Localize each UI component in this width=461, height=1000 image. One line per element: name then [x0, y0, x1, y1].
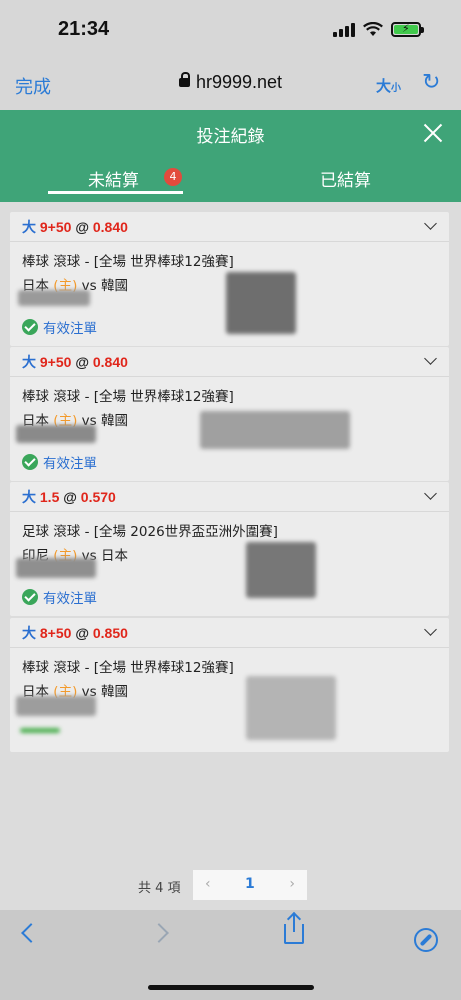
bet-card[interactable]: 大 9+50 @ 0.840 棒球 滾球 - [全場 世界棒球12強賽] 日本 …: [10, 347, 449, 481]
redacted-area: [16, 425, 96, 443]
bet-card-header[interactable]: 大 1.5 @ 0.570: [10, 482, 449, 512]
status-label: 有效注單: [43, 591, 97, 607]
lock-icon: [178, 72, 190, 87]
check-circle-icon: [22, 454, 38, 470]
chevron-down-icon[interactable]: [424, 487, 437, 500]
text-size-big: 大: [376, 77, 392, 95]
at-sign: @: [63, 489, 77, 505]
total-count: 共 4 項: [138, 881, 181, 896]
bet-line: 1.5: [39, 489, 60, 505]
active-tab-indicator: [48, 191, 183, 194]
bet-card-body: 棒球 滾球 - [全場 世界棒球12強賽] 日本 (主) vs 韓國 有效注單: [10, 242, 449, 346]
bet-type: 大: [22, 625, 36, 641]
chevron-down-icon[interactable]: [424, 217, 437, 230]
team-away: 韓國: [100, 413, 128, 429]
status-bar: 21:34 ⚡: [0, 0, 461, 60]
redacted-area: [18, 290, 90, 306]
check-circle-icon: [22, 589, 38, 605]
event-name: 棒球 滾球 - [全場 世界棒球12強賽]: [22, 389, 234, 405]
pager-control: ‹ 1 ›: [193, 870, 307, 900]
bet-card-header[interactable]: 大 8+50 @ 0.850: [10, 618, 449, 648]
redacted-area: [16, 558, 96, 578]
home-indicator[interactable]: [148, 985, 314, 990]
url-text: hr9999.net: [195, 72, 283, 92]
redacted-area: [246, 676, 336, 740]
next-page-button[interactable]: ›: [289, 876, 295, 892]
bet-card[interactable]: 大 9+50 @ 0.840 棒球 滾球 - [全場 世界棒球12強賽] 日本 …: [10, 212, 449, 346]
battery-charging-icon: ⚡: [391, 22, 424, 37]
event-name: 足球 滾球 - [全場 2026世界盃亞洲外圍賽]: [22, 524, 278, 540]
chevron-down-icon[interactable]: [424, 352, 437, 365]
bet-card[interactable]: 大 1.5 @ 0.570 足球 滾球 - [全場 2026世界盃亞洲外圍賽] …: [10, 482, 449, 616]
valid-bet-status: 有效注單: [22, 587, 97, 607]
bet-card-body: 棒球 滾球 - [全場 世界棒球12強賽] 日本 (主) vs 韓國 有效注單: [10, 377, 449, 481]
status-label: 有效注單: [43, 321, 97, 337]
status-icons: ⚡: [333, 22, 424, 37]
redacted-area: [16, 696, 96, 716]
event-name: 棒球 滾球 - [全場 世界棒球12強賽]: [22, 660, 234, 676]
team-away: 韓國: [100, 278, 128, 294]
bet-odds: 0.840: [92, 219, 128, 235]
bet-line: 9+50: [39, 219, 72, 235]
redacted-area: [20, 728, 60, 733]
back-icon[interactable]: [21, 923, 41, 943]
page-number-button[interactable]: 1: [245, 876, 255, 892]
bet-odds: 0.850: [92, 625, 128, 641]
bet-type: 大: [22, 489, 36, 505]
bet-type: 大: [22, 219, 36, 235]
redacted-area: [226, 272, 296, 334]
redacted-area: [200, 411, 350, 449]
unsettled-count-badge: 4: [164, 168, 182, 186]
status-label: 有效注單: [43, 456, 97, 472]
bet-card[interactable]: 大 8+50 @ 0.850 棒球 滾球 - [全場 世界棒球12強賽] 日本 …: [10, 618, 449, 752]
event-name: 棒球 滾球 - [全場 世界棒球12強賽]: [22, 254, 234, 270]
team-away: 韓國: [100, 684, 128, 700]
compass-icon[interactable]: [414, 928, 438, 952]
pagination: 共 4 項 ‹ 1 ›: [0, 868, 461, 902]
browser-toolbar: 完成 hr9999.net 大小 ↻: [0, 60, 461, 110]
status-time: 21:34: [58, 18, 110, 40]
bet-odds: 0.570: [80, 489, 116, 505]
bet-card-body: 棒球 滾球 - [全場 世界棒球12強賽] 日本 (主) vs 韓國: [10, 648, 449, 752]
team-away: 日本: [100, 548, 128, 564]
redacted-area: [246, 542, 316, 598]
bet-card-header[interactable]: 大 9+50 @ 0.840: [10, 347, 449, 377]
at-sign: @: [75, 219, 89, 235]
share-icon[interactable]: [284, 914, 304, 944]
bet-odds: 0.840: [92, 354, 128, 370]
reload-icon[interactable]: ↻: [422, 70, 440, 95]
signal-icon: [333, 23, 355, 37]
prev-page-button[interactable]: ‹: [205, 876, 211, 892]
chevron-down-icon[interactable]: [424, 623, 437, 636]
bet-line: 9+50: [39, 354, 72, 370]
bet-type: 大: [22, 354, 36, 370]
bet-card-body: 足球 滾球 - [全場 2026世界盃亞洲外圍賽] 印尼 (主) vs 日本 有…: [10, 512, 449, 616]
bet-line: 8+50: [39, 625, 72, 641]
tab-unsettled[interactable]: 未結算: [88, 166, 139, 191]
check-circle-icon: [22, 319, 38, 335]
valid-bet-status: 有效注單: [22, 452, 97, 472]
forward-icon[interactable]: [149, 923, 169, 943]
bet-card-header[interactable]: 大 9+50 @ 0.840: [10, 212, 449, 242]
tab-bar: 未結算 4 已結算: [0, 157, 461, 202]
at-sign: @: [75, 354, 89, 370]
wifi-icon: [363, 22, 383, 36]
modal-header: 投注紀錄: [0, 110, 461, 157]
modal-title: 投注紀錄: [196, 127, 265, 147]
tab-settled[interactable]: 已結算: [320, 166, 371, 191]
at-sign: @: [75, 625, 89, 641]
text-size-small: 小: [391, 83, 402, 94]
text-size-button[interactable]: 大小: [376, 75, 401, 96]
close-icon[interactable]: [422, 122, 444, 144]
valid-bet-status: 有效注單: [22, 317, 97, 337]
